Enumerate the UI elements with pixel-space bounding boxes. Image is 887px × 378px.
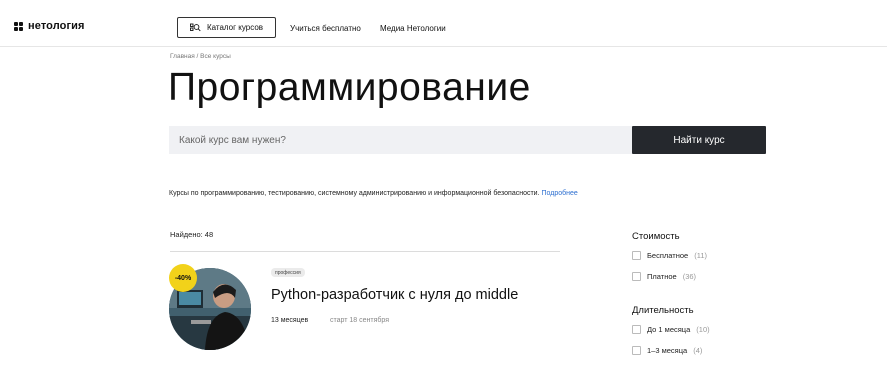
course-duration: 13 месяцев bbox=[271, 317, 309, 324]
checkbox[interactable] bbox=[632, 325, 641, 334]
filter-option-count: (11) bbox=[694, 251, 707, 260]
filter-duration-title: Длительность bbox=[632, 305, 694, 316]
section-description: Курсы по программированию, тестированию,… bbox=[169, 190, 578, 197]
catalog-search-icon bbox=[190, 23, 201, 32]
checkbox[interactable] bbox=[632, 346, 641, 355]
filter-option-up-to-1-month[interactable]: До 1 месяца (10) bbox=[632, 325, 710, 334]
filter-option-label: Платное bbox=[647, 272, 677, 281]
top-header: нетология Каталог курсов Учиться бесплат… bbox=[0, 0, 887, 47]
filter-option-count: (10) bbox=[696, 325, 710, 334]
course-start: старт 18 сентября bbox=[330, 317, 390, 324]
course-tag: профессия bbox=[271, 268, 305, 277]
filter-option-paid[interactable]: Платное (36) bbox=[632, 272, 696, 281]
course-title[interactable]: Python-разработчик с нуля до middle bbox=[271, 287, 518, 303]
breadcrumb[interactable]: Главная / Все курсы bbox=[170, 53, 231, 60]
description-more-link[interactable]: Подробнее bbox=[542, 190, 578, 197]
description-text: Курсы по программированию, тестированию,… bbox=[169, 190, 540, 197]
catalog-button-label: Каталог курсов bbox=[206, 23, 264, 32]
filter-option-label: Бесплатное bbox=[647, 251, 689, 260]
logo-text: нетология bbox=[28, 20, 85, 32]
filter-option-label: 1–3 месяца bbox=[647, 346, 688, 355]
catalog-button[interactable]: Каталог курсов bbox=[177, 17, 276, 38]
logo[interactable]: нетология bbox=[14, 20, 85, 32]
logo-icon bbox=[14, 21, 23, 31]
page-title: Программирование bbox=[168, 66, 531, 109]
filter-option-free[interactable]: Бесплатное (11) bbox=[632, 251, 707, 260]
checkbox[interactable] bbox=[632, 251, 641, 260]
search-button[interactable]: Найти курс bbox=[632, 126, 766, 154]
filter-option-1-3-months[interactable]: 1–3 месяца (4) bbox=[632, 346, 702, 355]
nav-link-media[interactable]: Медиа Нетологии bbox=[380, 24, 446, 33]
filter-option-count: (36) bbox=[682, 272, 697, 281]
filter-cost-title: Стоимость bbox=[632, 231, 680, 242]
search-input[interactable] bbox=[169, 126, 632, 154]
filter-option-label: До 1 месяца bbox=[647, 325, 691, 334]
filter-option-count: (4) bbox=[693, 346, 703, 355]
divider bbox=[170, 251, 560, 252]
nav-link-free[interactable]: Учиться бесплатно bbox=[290, 24, 361, 33]
discount-badge: -40% bbox=[169, 264, 197, 292]
checkbox[interactable] bbox=[632, 272, 641, 281]
results-count: Найдено: 48 bbox=[170, 230, 214, 239]
